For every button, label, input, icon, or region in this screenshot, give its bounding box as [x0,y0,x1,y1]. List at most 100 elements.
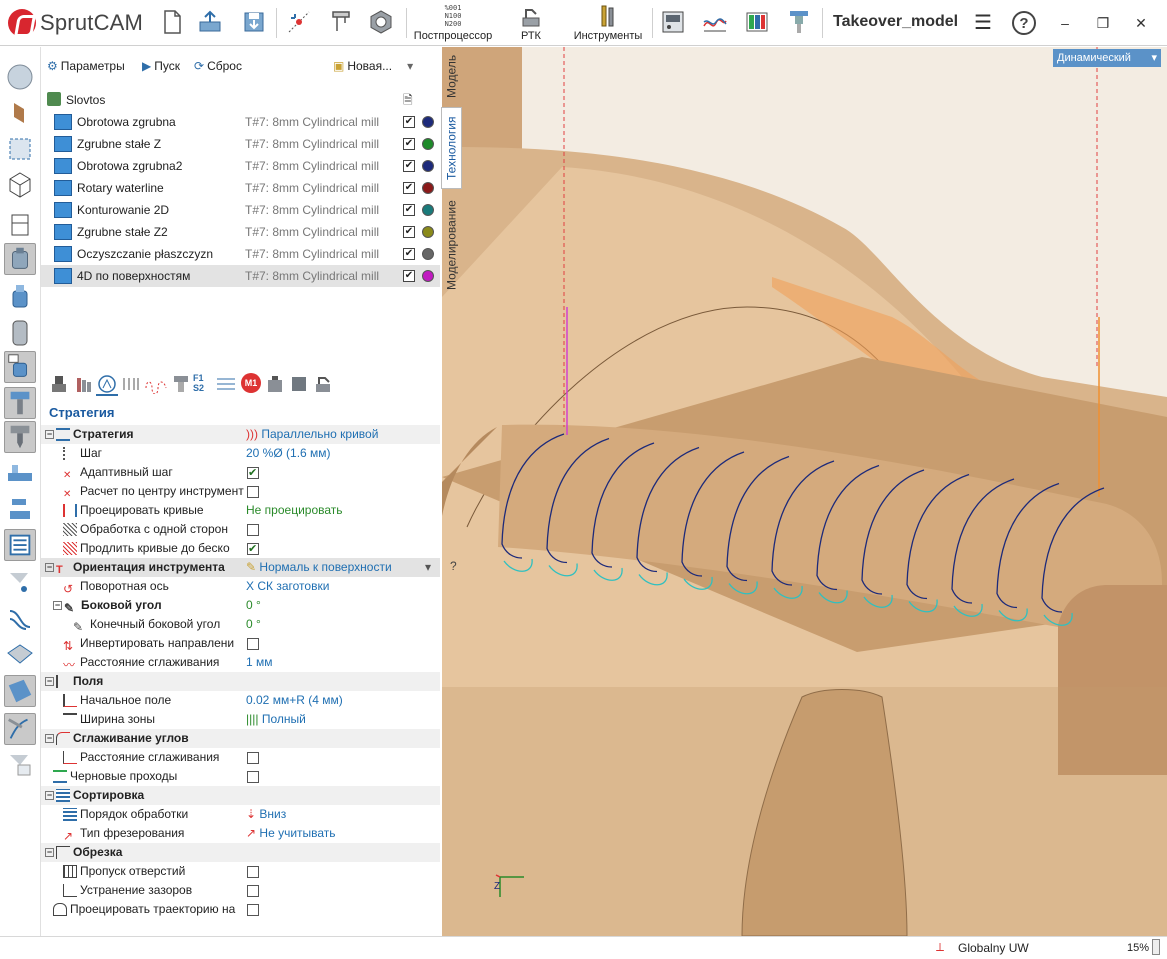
coordinate-system-label[interactable]: Globalny UW [958,941,1029,955]
surface-op-icon[interactable] [4,639,36,671]
machine-view-icon[interactable] [659,8,687,36]
robot-tab-icon[interactable] [313,374,333,394]
solid-tab-icon[interactable] [289,374,309,394]
operation-color-swatch[interactable] [422,248,434,260]
adaptive-step-checkbox[interactable] [247,464,259,482]
tree-operation-item[interactable]: 4D по поверхностям T#7: 8mm Cylindrical m… [41,265,440,287]
processing-order-value[interactable]: ⇣ Вниз [246,805,286,824]
gap-fix-row[interactable]: Устранение зазоров [41,881,440,900]
adaptive-step-row[interactable]: ✕ Адаптивный шаг [41,463,440,482]
collapse-icon[interactable]: − [53,601,62,611]
tree-root[interactable]: Slovtos 🗎 [41,89,440,111]
cylinder-stock-icon[interactable] [4,243,36,275]
collapse-icon[interactable]: − [45,734,54,744]
invert-direction-row[interactable]: ⇅ Инвертировать направлени [41,634,440,653]
coolant-tab-icon[interactable] [215,374,237,394]
postprocessor-button[interactable]: %001 N100 N200 Постпроцессор [412,4,494,44]
collapse-icon[interactable]: − [45,677,54,687]
tree-operation-item[interactable]: Konturowanie 2D T#7: 8mm Cylindrical mill… [41,199,440,221]
fields-group-row[interactable]: − Поля [41,672,440,691]
tab-model[interactable]: Модель [441,47,462,105]
tool-cylinder-icon[interactable] [4,281,36,313]
snap-point-icon[interactable] [285,8,313,36]
orientation-dropdown-icon[interactable]: ▾ [425,558,431,577]
sphere-stock-icon[interactable] [4,61,36,93]
operation-color-swatch[interactable] [422,204,434,216]
zone-width-row[interactable]: Ширина зоны |||| Полный [41,710,440,729]
view-mode-dropdown[interactable]: Динамический ▾ [1053,49,1161,67]
operation-enabled-checkbox[interactable]: ✔ [403,270,415,282]
3d-viewport[interactable]: Z Динамический ▾ ? [442,47,1167,936]
operation-color-swatch[interactable] [422,182,434,194]
operations-list-icon[interactable] [4,529,36,561]
smoothing-distance-value[interactable]: 1 мм [246,653,273,672]
corner-smoothing-distance-row[interactable]: Расстояние сглаживания [41,748,440,767]
corner-smoothing-checkbox[interactable] [247,752,259,764]
operation-color-swatch[interactable] [422,138,434,150]
processing-order-row[interactable]: Порядок обработки ⇣ Вниз [41,805,440,824]
sorting-group-row[interactable]: − Сортировка [41,786,440,805]
orientation-value[interactable]: ✎ Нормаль к поверхности [246,558,392,577]
caliper-measure-icon[interactable] [327,8,355,36]
project-path-row[interactable]: Проецировать траекторию на [41,900,440,919]
cylinder-icon[interactable] [4,317,36,349]
tool-tab-icon[interactable] [49,374,69,394]
hamburger-menu-icon[interactable]: ☰ [970,10,996,36]
rough-passes-row[interactable]: Черновые проходы [41,767,440,786]
machine-tab-icon[interactable] [171,374,191,394]
rotary-axis-value[interactable]: X СК заготовки [246,577,329,596]
part-model-icon[interactable] [4,97,36,129]
tools-button[interactable]: Инструменты [568,4,648,44]
center-calc-checkbox[interactable] [247,486,259,498]
links-tab-icon[interactable] [144,374,168,394]
clamp-icon[interactable] [4,493,36,525]
end-side-angle-row[interactable]: ✎ Конечный боковой угол 0 ° [41,615,440,634]
center-calc-row[interactable]: ✕ Расчет по центру инструмент [41,482,440,501]
tool-cone-icon[interactable] [4,749,36,781]
one-side-checkbox[interactable] [247,524,259,536]
project-curves-row[interactable]: Проецировать кривые Не проецировать [41,501,440,520]
operation-color-swatch[interactable] [422,160,434,172]
tree-operation-item[interactable]: Obrotowa zgrubna2 T#7: 8mm Cylindrical mi… [41,155,440,177]
analysis-graph-icon[interactable] [701,8,729,36]
orientation-group-row[interactable]: − T Ориентация инструмента ✎ Нормаль к пове… [41,558,440,577]
step-row[interactable]: Шаг 20 %Ø (1.6 мм) [41,444,440,463]
operation-enabled-checkbox[interactable]: ✔ [403,160,415,172]
operation-color-swatch[interactable] [422,270,434,282]
operation-color-swatch[interactable] [422,116,434,128]
resize-grip-icon[interactable] [1152,939,1160,955]
operation-enabled-checkbox[interactable]: ✔ [403,138,415,150]
strategy-value[interactable]: ))) Параллельно кривой [246,425,378,444]
tool-holder-icon[interactable] [785,8,813,36]
skip-holes-row[interactable]: Пропуск отверстий [41,862,440,881]
smoothing-distance-row[interactable]: 〰 Расстояние сглаживания 1 мм [41,653,440,672]
spindle-icon[interactable] [4,387,36,419]
rotary-axis-row[interactable]: ↺ Поворотная ось X СК заготовки [41,577,440,596]
help-icon[interactable]: ? [1010,9,1038,37]
tab-technology[interactable]: Технология [441,107,462,189]
operation-enabled-checkbox[interactable]: ✔ [403,116,415,128]
fixture-icon[interactable] [4,209,36,241]
drill-icon[interactable] [4,421,36,453]
gap-fix-checkbox[interactable] [247,885,259,897]
tree-operation-item[interactable]: Oczyszczanie płaszczyzn T#7: 8mm Cylindri… [41,243,440,265]
milling-type-value[interactable]: ↗ Не учитывать [246,824,336,843]
milling-type-row[interactable]: ↗ Тип фрезерования ↗ Не учитывать [41,824,440,843]
reset-button[interactable]: ⟳ Сброс [194,59,242,73]
vise-icon[interactable] [4,457,36,489]
strategy-tab-icon[interactable] [97,374,117,394]
new-file-icon[interactable] [158,8,186,36]
color-palette-icon[interactable] [743,8,771,36]
axis-tab-icon[interactable] [265,374,285,394]
operation-enabled-checkbox[interactable]: ✔ [403,182,415,194]
zone-width-value[interactable]: |||| Полный [246,710,306,729]
extend-curves-row[interactable]: Продлить кривые до беско [41,539,440,558]
workpiece-bounds-icon[interactable] [4,133,36,165]
restore-icon[interactable]: ❐ [1090,10,1116,36]
curve-op-icon[interactable] [4,713,36,745]
minimize-icon[interactable]: – [1052,10,1078,36]
one-side-row[interactable]: Обработка с одной сторон [41,520,440,539]
start-field-value[interactable]: 0.02 мм+R (4 мм) [246,691,343,710]
m1-stop-tab[interactable]: M1 [241,373,261,393]
new-operation-dropdown[interactable]: ▣ Новая... ▾ [333,59,413,73]
